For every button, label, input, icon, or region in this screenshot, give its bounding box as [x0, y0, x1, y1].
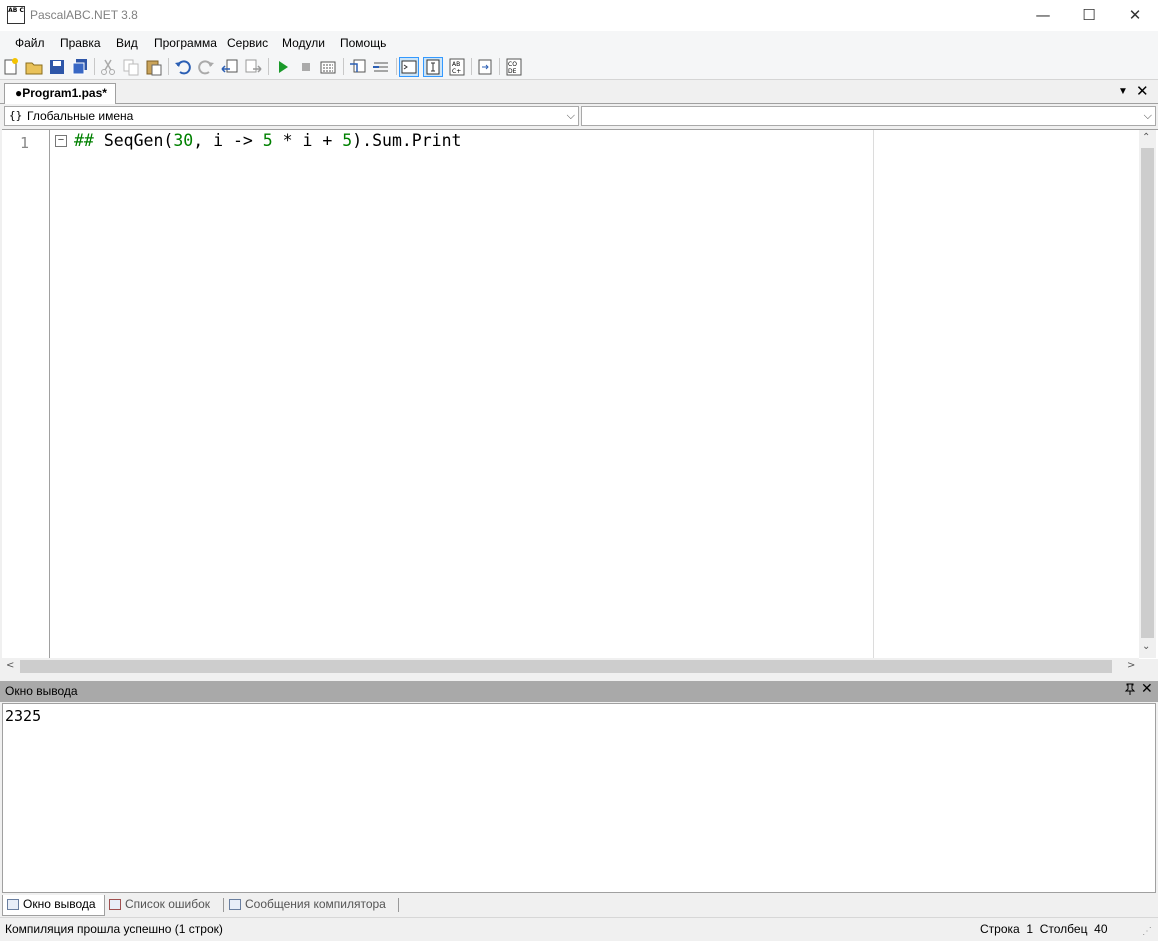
cursor-position: Строка 1 Столбец 40: [980, 922, 1108, 936]
code-token: SeqGen(: [103, 131, 174, 150]
menu-program[interactable]: Программа: [154, 36, 217, 50]
code-token: 5: [262, 131, 273, 150]
tab-error-list[interactable]: Список ошибок: [105, 895, 218, 915]
code-token: , i ->: [193, 131, 263, 150]
code-token: 5: [342, 131, 353, 150]
row-value: 1: [1026, 922, 1034, 936]
vertical-scroll-thumb[interactable]: [1141, 148, 1154, 638]
window-icon: [7, 899, 19, 910]
document-tab-strip: [0, 81, 1158, 104]
scroll-up-icon[interactable]: ⌃: [1142, 132, 1150, 143]
minimize-button[interactable]: —: [1020, 0, 1066, 31]
fold-toggle-icon[interactable]: −: [55, 135, 67, 147]
close-window-button[interactable]: ✕: [1112, 0, 1158, 31]
toolbar: AB C+ CO DE: [0, 54, 1158, 80]
row-label: Строка: [980, 922, 1020, 936]
run-icon[interactable]: [273, 57, 293, 77]
col-value: 40: [1094, 922, 1108, 936]
menu-edit[interactable]: Правка: [60, 36, 101, 50]
tab-output-window[interactable]: Окно вывода: [2, 895, 105, 916]
tab-label: Список ошибок: [125, 897, 211, 911]
code-token: ).Sum.Print: [352, 131, 462, 150]
members-combo[interactable]: ⌵: [581, 106, 1156, 126]
scroll-left-icon[interactable]: <: [6, 660, 14, 671]
messages-icon: [229, 899, 241, 910]
code-template-icon[interactable]: CO DE: [504, 57, 524, 77]
paste-icon[interactable]: [144, 57, 164, 77]
title-bar: [0, 0, 1158, 31]
bottom-tab-strip: Окно вывода Список ошибок Сообщения комп…: [0, 894, 1158, 917]
scroll-right-icon[interactable]: >: [1127, 660, 1135, 671]
close-tab-button[interactable]: ✕: [1136, 82, 1149, 100]
text-window-icon[interactable]: [423, 57, 443, 77]
cut-icon[interactable]: [98, 57, 118, 77]
tab-label: Окно вывода: [23, 897, 96, 911]
tab-list-dropdown-icon[interactable]: ▼: [1118, 86, 1128, 97]
code-token: 30: [173, 131, 194, 150]
undo-icon[interactable]: [173, 57, 193, 77]
tab-compiler-messages[interactable]: Сообщения компилятора: [225, 895, 394, 915]
menu-service[interactable]: Сервис: [227, 36, 268, 50]
new-file-icon[interactable]: [1, 57, 21, 77]
close-panel-button[interactable]: ✕: [1141, 681, 1153, 697]
save-icon[interactable]: [47, 57, 67, 77]
maximize-button[interactable]: ☐: [1066, 0, 1112, 31]
spell-check-icon[interactable]: AB C+: [447, 57, 467, 77]
output-panel-header: [0, 681, 1158, 702]
code-line[interactable]: ## SeqGen(30, i -> 5 * i + 5).Sum.Print: [74, 131, 461, 151]
navigate-forward-icon[interactable]: [243, 57, 263, 77]
scroll-down-icon[interactable]: ⌄: [1142, 641, 1150, 652]
output-text-area[interactable]: [2, 703, 1156, 893]
compile-icon[interactable]: [318, 57, 338, 77]
menu-bar: Файл Правка Вид Программа Сервис Модули …: [0, 31, 1158, 54]
code-token: * i +: [272, 131, 343, 150]
form-designer-icon[interactable]: [475, 57, 495, 77]
code-token: ##: [74, 131, 104, 150]
line-number-gutter: [2, 130, 50, 658]
save-all-icon[interactable]: [70, 57, 90, 77]
stop-icon[interactable]: [296, 57, 316, 77]
debug-step-into-icon[interactable]: [348, 57, 368, 77]
window-title: PascalABC.NET 3.8: [30, 8, 138, 22]
copy-icon[interactable]: [121, 57, 141, 77]
chevron-down-icon: ⌵: [1143, 109, 1152, 122]
global-names-combo[interactable]: {} Глобальные имена ⌵: [4, 106, 579, 126]
right-margin-guide: [873, 130, 874, 658]
svg-text:CO: CO: [508, 61, 517, 68]
tab-label: Сообщения компилятора: [245, 897, 386, 911]
menu-file[interactable]: Файл: [15, 36, 45, 50]
svg-text:C+: C+: [452, 68, 461, 75]
col-label: Столбец: [1039, 922, 1088, 936]
debug-step-over-icon[interactable]: [371, 57, 391, 77]
status-message: Компиляция прошла успешно (1 строк): [5, 922, 223, 936]
redo-icon[interactable]: [196, 57, 216, 77]
output-text: 2325: [5, 707, 42, 725]
navigate-back-icon[interactable]: [220, 57, 240, 77]
combo-selected-value: Глобальные имена: [27, 109, 134, 123]
line-number: 1: [20, 134, 30, 152]
menu-view[interactable]: Вид: [116, 36, 138, 50]
menu-modules[interactable]: Модули: [282, 36, 325, 50]
horizontal-scroll-thumb[interactable]: [20, 660, 1112, 673]
chevron-down-icon: ⌵: [566, 109, 575, 122]
app-logo-icon: AB C: [7, 6, 25, 24]
svg-text:DE: DE: [508, 68, 517, 75]
namespace-icon: {}: [9, 109, 23, 122]
tab-program1[interactable]: ●Program1.pas*: [4, 83, 116, 104]
output-panel-title: Окно вывода: [5, 684, 78, 698]
error-list-icon: [109, 899, 121, 910]
svg-text:AB: AB: [452, 61, 460, 68]
open-folder-icon[interactable]: [24, 57, 44, 77]
console-output-icon[interactable]: [399, 57, 419, 77]
pin-icon[interactable]: [1124, 683, 1136, 698]
code-editor[interactable]: [2, 129, 1158, 659]
resize-grip-icon[interactable]: ⋰: [1142, 926, 1152, 937]
menu-help[interactable]: Помощь: [340, 36, 386, 50]
